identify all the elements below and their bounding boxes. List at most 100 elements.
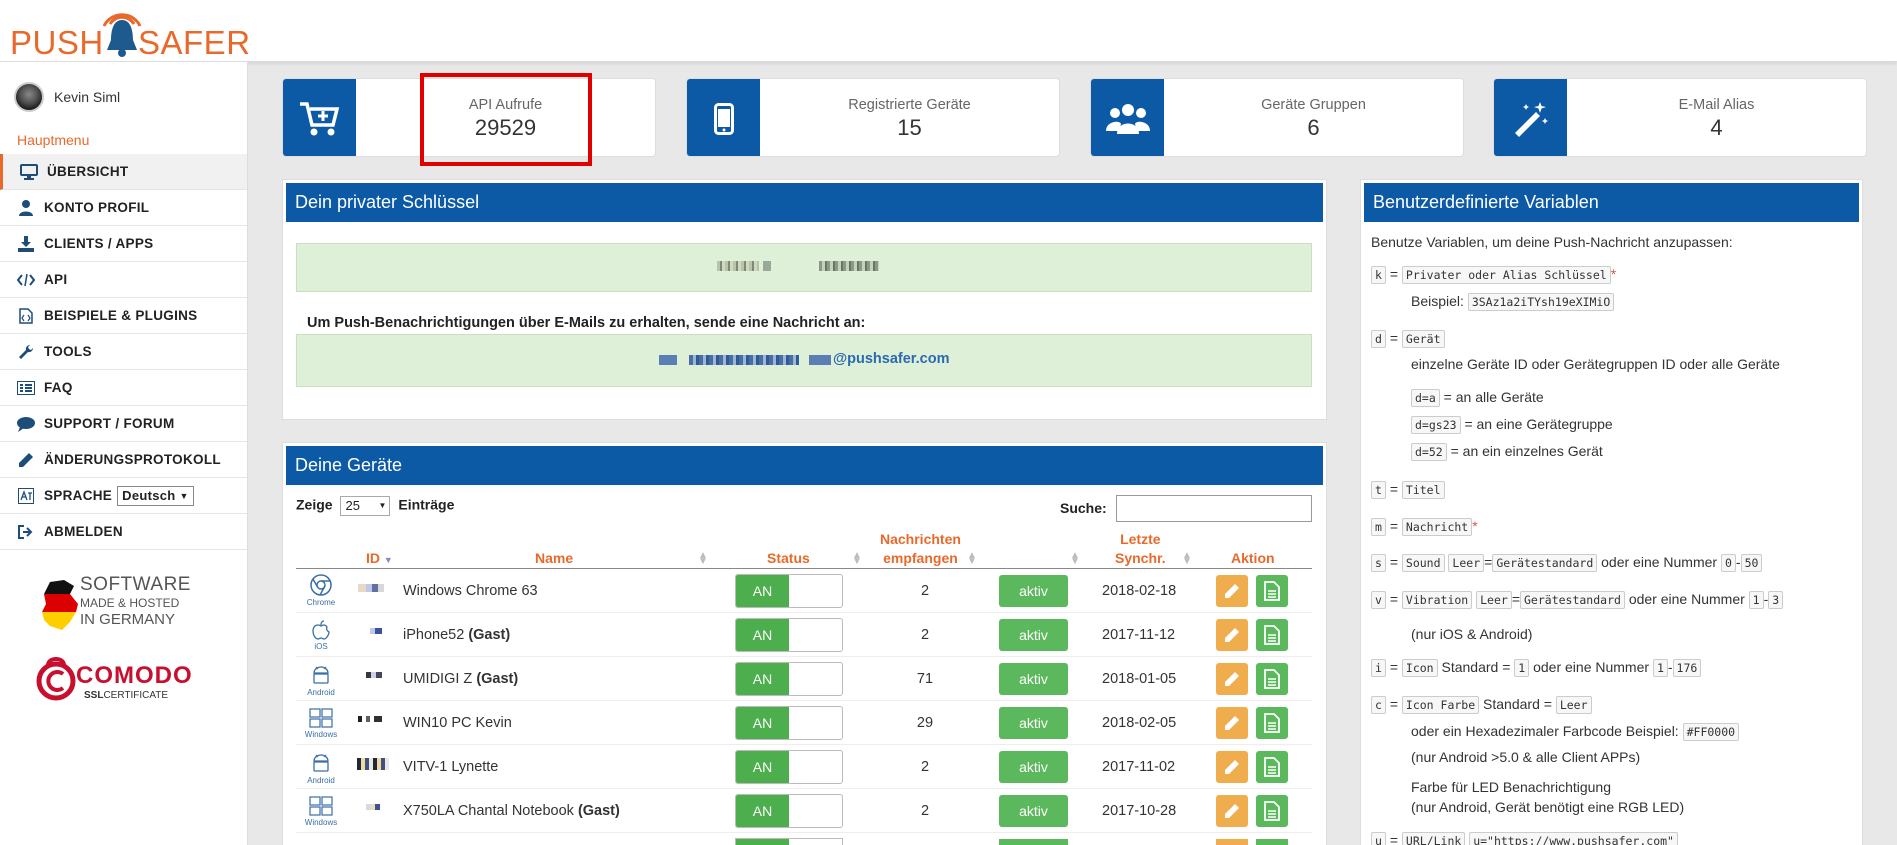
- device-name[interactable]: Windows Chrome 63: [403, 583, 538, 599]
- log-button[interactable]: [1256, 575, 1288, 607]
- email-redacted: [659, 355, 677, 365]
- private-key-box[interactable]: [296, 243, 1312, 292]
- log-button[interactable]: [1256, 707, 1288, 739]
- os-label: Chrome: [306, 598, 336, 607]
- log-button[interactable]: [1256, 619, 1288, 651]
- column-header-action: Aktion: [1231, 550, 1275, 566]
- pencil-icon: [1225, 628, 1239, 642]
- sidebar-item-overview[interactable]: ÜBERSICHT: [0, 154, 247, 190]
- sidebar-item-faq[interactable]: FAQ: [0, 370, 247, 406]
- active-button[interactable]: aktiv: [999, 575, 1068, 607]
- equals-sign: =: [1389, 832, 1399, 845]
- var-d: d = Gerät: [1371, 330, 1445, 348]
- edit-button[interactable]: [1216, 707, 1248, 739]
- required-star: *: [1472, 518, 1478, 534]
- device-name[interactable]: UMIDIGI Z (Gast): [403, 671, 518, 687]
- device-id-redacted: [357, 758, 389, 770]
- made-line-1: SOFTWARE: [80, 574, 191, 595]
- active-button[interactable]: aktiv: [999, 795, 1068, 827]
- sort-both-icon[interactable]: ▼: [1182, 556, 1192, 567]
- comodo-ssl-text: SSL: [84, 690, 104, 701]
- device-name[interactable]: iPhone52 (Gast): [403, 627, 510, 643]
- pencil-icon: [1225, 760, 1239, 774]
- email-instruction-text: Um Push-Benachrichtigungen über E-Mails …: [307, 315, 866, 331]
- log-button[interactable]: [1256, 663, 1288, 695]
- sidebar-item-support-forum[interactable]: SUPPORT / FORUM: [0, 406, 247, 442]
- edit-button[interactable]: [1216, 575, 1248, 607]
- column-header-label-line2: Synchr.: [1115, 550, 1166, 566]
- var-desc: = an alle Geräte: [1443, 389, 1544, 405]
- column-header-name[interactable]: Name: [535, 550, 573, 566]
- status-toggle[interactable]: AN: [735, 662, 843, 696]
- var-d-desc: einzelne Geräte ID oder Gerätegruppen ID…: [1411, 356, 1780, 372]
- language-select[interactable]: Deutsch ▼: [117, 485, 194, 506]
- sidebar-item-label: ABMELDEN: [44, 524, 123, 539]
- sidebar-item-language: SPRACHE Deutsch ▼: [0, 478, 247, 514]
- sidebar-item-api[interactable]: API: [0, 262, 247, 298]
- sidebar-item-clients-apps[interactable]: CLIENTS / APPS: [0, 226, 247, 262]
- var-m: m = Nachricht *: [1371, 518, 1478, 536]
- sidebar-item-logout[interactable]: ABMELDEN: [0, 514, 247, 550]
- sidebar-item-examples-plugins[interactable]: BEISPIELE & PLUGINS: [0, 298, 247, 334]
- status-toggle-partial[interactable]: [735, 838, 843, 845]
- column-header-messages[interactable]: Nachrichten empfangen: [880, 530, 961, 568]
- monitor-icon: [20, 163, 38, 181]
- sort-both-icon[interactable]: ▼: [698, 556, 708, 567]
- sidebar-item-changelog[interactable]: ÄNDERUNGSPROTOKOLL: [0, 442, 247, 478]
- device-name[interactable]: VITV-1 Lynette: [403, 759, 498, 775]
- status-toggle[interactable]: AN: [735, 706, 843, 740]
- sort-both-icon[interactable]: ▼: [852, 556, 862, 567]
- sidebar-item-tools[interactable]: TOOLS: [0, 334, 247, 370]
- status-toggle[interactable]: AN: [735, 574, 843, 608]
- private-key-redacted: [763, 261, 771, 271]
- active-button-partial[interactable]: [999, 839, 1068, 845]
- stat-card-email-alias: E-Mail Alias 4: [1493, 78, 1867, 157]
- example-label: Beispiel:: [1411, 293, 1464, 309]
- pushsafer-logo[interactable]: PUSH SAFER: [10, 4, 250, 61]
- var-key: u: [1371, 832, 1386, 845]
- status-toggle[interactable]: AN: [735, 750, 843, 784]
- status-toggle[interactable]: AN: [735, 618, 843, 652]
- sort-both-icon[interactable]: ▼: [1070, 556, 1080, 567]
- file-text-icon: [1264, 713, 1280, 733]
- device-name[interactable]: X750LA Chantal Notebook (Gast): [403, 803, 620, 819]
- column-header-label-line1: Letzte: [1120, 531, 1161, 547]
- log-button[interactable]: [1256, 795, 1288, 827]
- edit-button[interactable]: [1216, 795, 1248, 827]
- edit-button[interactable]: [1216, 751, 1248, 783]
- range-from: 1: [1748, 591, 1764, 609]
- user-profile[interactable]: Kevin Siml: [14, 82, 120, 112]
- column-header-status[interactable]: Status: [767, 550, 810, 566]
- stat-label: Registrierte Geräte: [848, 97, 971, 113]
- sidebar-item-account-profile[interactable]: KONTO PROFIL: [0, 190, 247, 226]
- edit-button[interactable]: [1216, 619, 1248, 651]
- active-button[interactable]: aktiv: [999, 751, 1068, 783]
- status-toggle[interactable]: AN: [735, 794, 843, 828]
- log-button-partial[interactable]: [1256, 839, 1288, 845]
- edit-button[interactable]: [1216, 663, 1248, 695]
- os-label: iOS: [314, 642, 328, 651]
- apple-icon: iOS: [303, 620, 339, 656]
- log-button[interactable]: [1256, 751, 1288, 783]
- sort-both-icon[interactable]: ▼: [967, 556, 977, 567]
- email-redacted: [809, 355, 831, 365]
- column-header-id[interactable]: ID ▼: [366, 550, 393, 566]
- default-code: Gerätestandard: [1520, 591, 1625, 609]
- file-code-icon: [17, 307, 35, 325]
- device-name[interactable]: WIN10 PC Kevin: [403, 715, 512, 731]
- row-divider: [296, 700, 1312, 701]
- row-divider: [296, 656, 1312, 657]
- search-label: Suche:: [1060, 500, 1107, 516]
- active-button[interactable]: aktiv: [999, 663, 1068, 695]
- email-address-box[interactable]: @pushsafer.com: [296, 334, 1312, 387]
- search-input[interactable]: [1116, 495, 1312, 522]
- active-button[interactable]: aktiv: [999, 707, 1068, 739]
- leer-code: Leer: [1448, 554, 1485, 572]
- sidebar: Kevin Siml Hauptmenu ÜBERSICHT KONTO PRO…: [0, 62, 248, 845]
- active-button[interactable]: aktiv: [999, 619, 1068, 651]
- toggle-on-label: AN: [736, 707, 789, 739]
- edit-button-partial[interactable]: [1216, 839, 1248, 845]
- entries-select[interactable]: 25 ▼: [340, 496, 391, 516]
- column-header-last-sync[interactable]: Letzte Synchr.: [1115, 530, 1166, 568]
- sidebar-item-label: ÄNDERUNGSPROTOKOLL: [44, 452, 221, 467]
